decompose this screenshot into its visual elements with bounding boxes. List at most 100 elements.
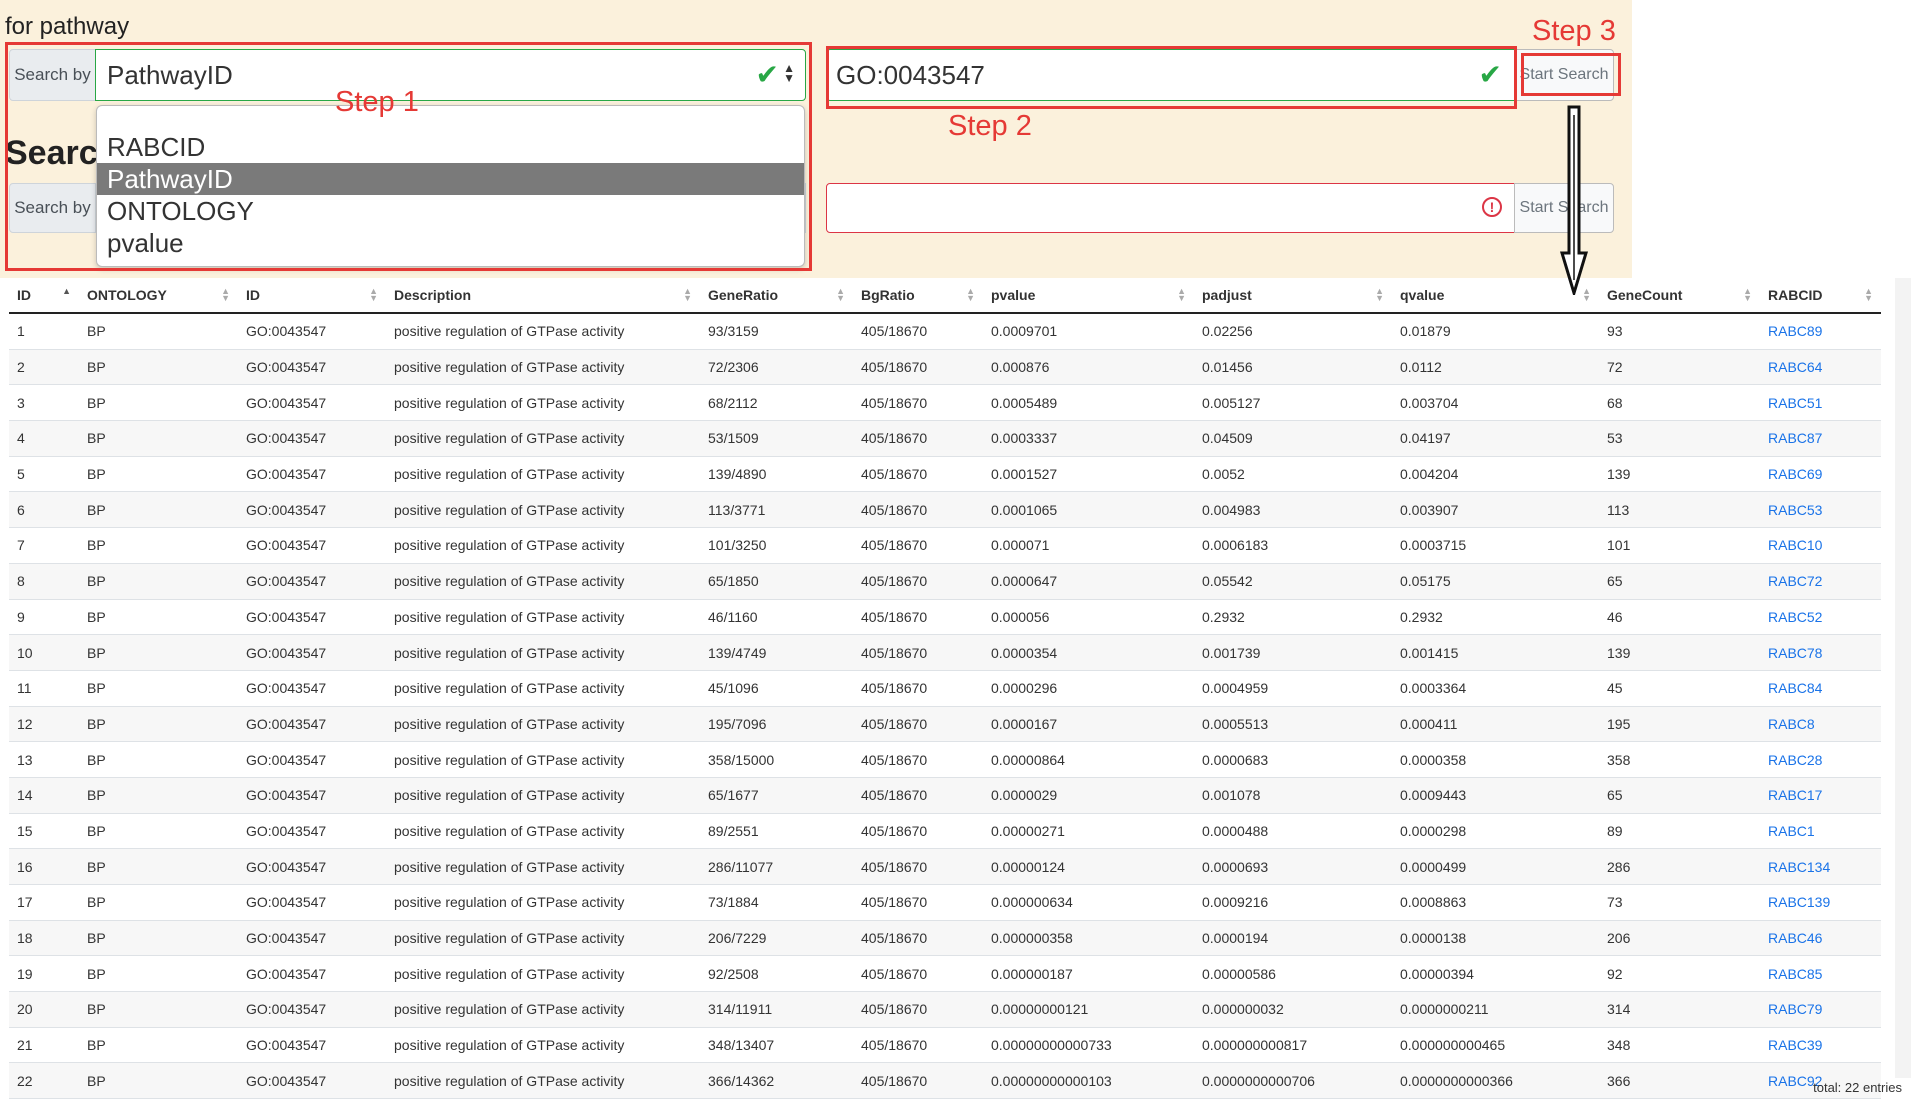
- rabcid-link[interactable]: RABC89: [1760, 313, 1881, 350]
- table-cell: GO:0043547: [238, 634, 386, 671]
- table-cell: 405/18670: [853, 777, 983, 814]
- table-cell: 0.001078: [1194, 777, 1392, 814]
- table-cell: 113/3771: [700, 491, 853, 529]
- table-cell: 0.0000029: [983, 777, 1194, 814]
- table-row: 17 BP GO:0043547 positive regulation of GTP…: [9, 884, 1881, 921]
- rabcid-link[interactable]: RABC84: [1760, 670, 1881, 707]
- table-row: 11 BP GO:0043547 positive regulation of GTP…: [9, 670, 1881, 707]
- total-entries: total: 22 entries: [1813, 1080, 1902, 1095]
- table-cell: 0.004204: [1392, 456, 1599, 493]
- table-cell: positive regulation of GTPase activity: [386, 313, 700, 350]
- table-cell: 9: [9, 599, 79, 636]
- table-cell: 89: [1599, 813, 1760, 850]
- rabcid-link[interactable]: RABC53: [1760, 491, 1881, 529]
- rabcid-link[interactable]: RABC134: [1760, 848, 1881, 885]
- table-cell: 18: [9, 920, 79, 957]
- table-cell: 195: [1599, 706, 1760, 743]
- table-cell: 93/3159: [700, 313, 853, 350]
- table-cell: 0.01879: [1392, 313, 1599, 350]
- table-cell: 101/3250: [700, 527, 853, 564]
- table-cell: 286/11077: [700, 848, 853, 885]
- rabcid-link[interactable]: RABC28: [1760, 741, 1881, 778]
- table-row: 18 BP GO:0043547 positive regulation of GTP…: [9, 920, 1881, 957]
- table-cell: 0.0008863: [1392, 884, 1599, 921]
- table-cell: 405/18670: [853, 527, 983, 564]
- table-row: 3 BP GO:0043547 positive regulation of GTPa…: [9, 384, 1881, 422]
- table-cell: 92: [1599, 955, 1760, 993]
- table-cell: positive regulation of GTPase activity: [386, 1027, 700, 1064]
- rabcid-link[interactable]: RABC72: [1760, 563, 1881, 600]
- col-header-id[interactable]: ID ▲: [9, 278, 79, 314]
- table-cell: 101: [1599, 527, 1760, 564]
- table-cell: 314: [1599, 991, 1760, 1028]
- col-header-pvalue[interactable]: pvalue ▲ ▼: [983, 278, 1194, 314]
- col-header-ontology[interactable]: ONTOLOGY ▲ ▼: [79, 278, 238, 314]
- table-cell: 405/18670: [853, 706, 983, 743]
- col-header-goid[interactable]: ID ▲ ▼: [238, 278, 386, 314]
- table-cell: 314/11911: [700, 991, 853, 1028]
- rabcid-link[interactable]: RABC64: [1760, 349, 1881, 386]
- table-cell: GO:0043547: [238, 777, 386, 814]
- rabcid-link[interactable]: RABC10: [1760, 527, 1881, 564]
- rabcid-link[interactable]: RABC51: [1760, 384, 1881, 422]
- col-header-description[interactable]: Description ▲ ▼: [386, 278, 700, 314]
- table-cell: 21: [9, 1027, 79, 1064]
- table-cell: BP: [79, 456, 238, 493]
- col-header-generatio[interactable]: GeneRatio ▲ ▼: [700, 278, 853, 314]
- col-header-bgratio[interactable]: BgRatio ▲ ▼: [853, 278, 983, 314]
- table-cell: 0.0000683: [1194, 741, 1392, 778]
- table-cell: GO:0043547: [238, 1062, 386, 1099]
- table-cell: 12: [9, 706, 79, 743]
- table-cell: 286: [1599, 848, 1760, 885]
- table-cell: GO:0043547: [238, 884, 386, 921]
- table-cell: positive regulation of GTPase activity: [386, 670, 700, 707]
- table-cell: 0.04509: [1194, 420, 1392, 457]
- table-cell: 17: [9, 884, 79, 921]
- table-cell: 366: [1599, 1062, 1760, 1099]
- table-cell: 0.0000000211: [1392, 991, 1599, 1028]
- step2-label: Step 2: [948, 110, 1032, 142]
- table-cell: 0.0003337: [983, 420, 1194, 457]
- rabcid-link[interactable]: RABC78: [1760, 634, 1881, 671]
- table-cell: 89/2551: [700, 813, 853, 850]
- rabcid-link[interactable]: RABC46: [1760, 920, 1881, 957]
- rabcid-link[interactable]: RABC52: [1760, 599, 1881, 636]
- table-cell: 0.0000296: [983, 670, 1194, 707]
- table-row: 21 BP GO:0043547 positive regulation of GTP…: [9, 1027, 1881, 1064]
- table-cell: 405/18670: [853, 991, 983, 1028]
- table-cell: positive regulation of GTPase activity: [386, 706, 700, 743]
- table-cell: 405/18670: [853, 920, 983, 957]
- table-cell: positive regulation of GTPase activity: [386, 384, 700, 422]
- rabcid-link[interactable]: RABC87: [1760, 420, 1881, 457]
- table-cell: 46: [1599, 599, 1760, 636]
- search-value-input-2[interactable]: !: [826, 183, 1515, 233]
- table-row: 13 BP GO:0043547 positive regulation of GTP…: [9, 741, 1881, 778]
- rabcid-link[interactable]: RABC1: [1760, 813, 1881, 850]
- col-header-rabcid[interactable]: RABCID ▲ ▼: [1760, 278, 1881, 314]
- table-cell: 0.00000394: [1392, 955, 1599, 993]
- rabcid-link[interactable]: RABC85: [1760, 955, 1881, 993]
- table-cell: 348/13407: [700, 1027, 853, 1064]
- table-cell: 0.0009216: [1194, 884, 1392, 921]
- rabcid-link[interactable]: RABC39: [1760, 1027, 1881, 1064]
- table-cell: BP: [79, 813, 238, 850]
- table-cell: 3: [9, 384, 79, 422]
- col-header-genecount[interactable]: GeneCount ▲ ▼: [1599, 278, 1760, 314]
- table-row: 10 BP GO:0043547 positive regulation of GTP…: [9, 634, 1881, 671]
- table-cell: positive regulation of GTPase activity: [386, 634, 700, 671]
- rabcid-link[interactable]: RABC69: [1760, 456, 1881, 493]
- table-cell: positive regulation of GTPase activity: [386, 777, 700, 814]
- rabcid-link[interactable]: RABC79: [1760, 991, 1881, 1028]
- table-cell: positive regulation of GTPase activity: [386, 884, 700, 921]
- table-cell: 195/7096: [700, 706, 853, 743]
- table-cell: 53: [1599, 420, 1760, 457]
- rabcid-link[interactable]: RABC8: [1760, 706, 1881, 743]
- rabcid-link[interactable]: RABC17: [1760, 777, 1881, 814]
- table-cell: 405/18670: [853, 491, 983, 529]
- rabcid-link[interactable]: RABC139: [1760, 884, 1881, 921]
- col-header-padjust[interactable]: padjust ▲ ▼: [1194, 278, 1392, 314]
- table-row: 5 BP GO:0043547 positive regulation of GTPa…: [9, 456, 1881, 493]
- table-cell: BP: [79, 741, 238, 778]
- col-header-qvalue[interactable]: qvalue ▲ ▼: [1392, 278, 1599, 314]
- table-cell: GO:0043547: [238, 563, 386, 600]
